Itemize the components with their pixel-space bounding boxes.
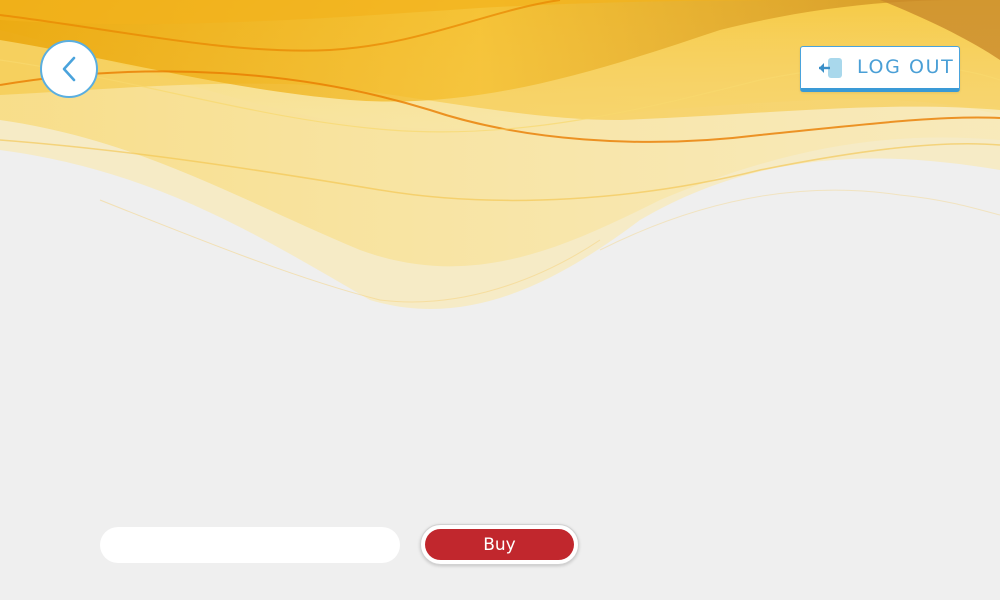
buy-button-label: Buy: [483, 534, 516, 555]
logout-label: LOG OUT: [857, 56, 955, 78]
purchase-input[interactable]: [100, 527, 400, 563]
back-button[interactable]: [40, 40, 98, 98]
logout-door-icon: [819, 57, 842, 78]
chevron-left-icon: [62, 56, 76, 82]
buy-button[interactable]: Buy: [425, 529, 574, 560]
app-screen: LOG OUT Buy: [0, 0, 1000, 600]
logout-button[interactable]: LOG OUT: [800, 46, 960, 92]
buy-button-frame: Buy: [420, 524, 579, 565]
